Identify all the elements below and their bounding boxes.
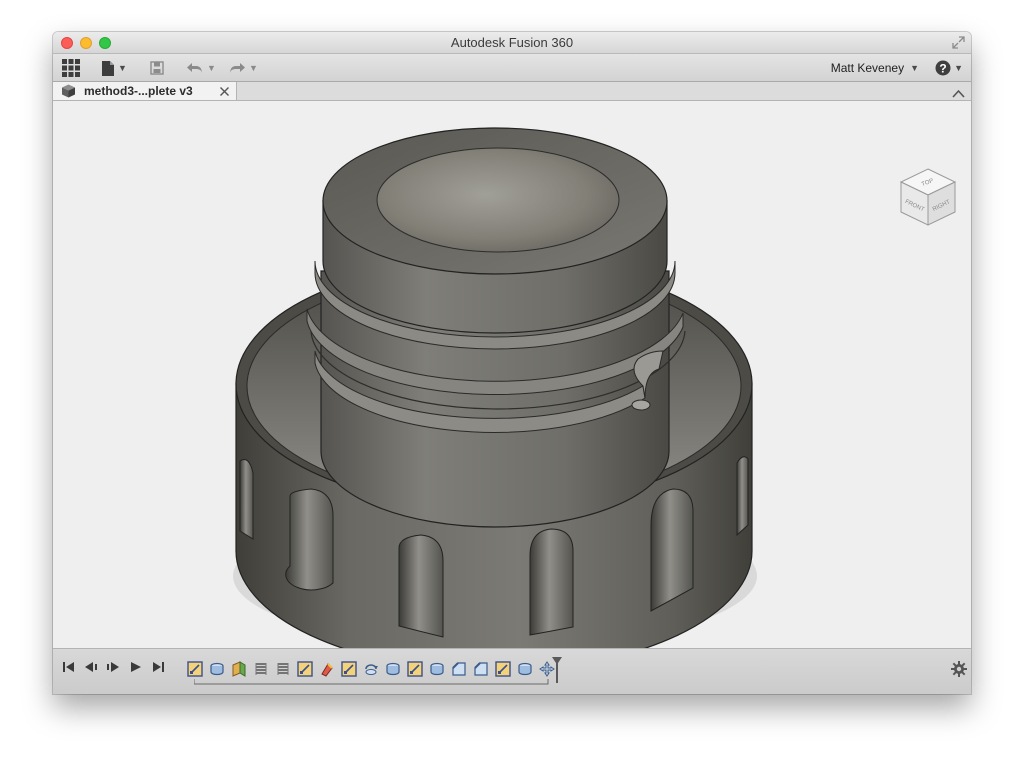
data-panel-button[interactable]	[62, 58, 80, 78]
step-back-icon[interactable]	[84, 661, 98, 673]
view-cube[interactable]: TOP FRONT RIGHT	[898, 167, 958, 227]
timeline-thread-icon[interactable]	[275, 661, 291, 677]
document-tab-label: method3-...plete v3	[84, 84, 193, 98]
app-window: Autodesk Fusion 360 ▼ ▼ ▼ Matt Keveney ▼…	[53, 32, 971, 694]
timeline-appearance-icon[interactable]	[319, 661, 335, 677]
go-to-start-icon[interactable]	[63, 661, 75, 673]
timeline-extrude-icon[interactable]	[429, 661, 445, 677]
help-icon: ?	[935, 60, 951, 76]
timeline-chamfer-icon[interactable]	[451, 661, 467, 677]
application-toolbar: ▼ ▼ ▼ Matt Keveney ▼ ? ▼	[53, 54, 971, 82]
redo-icon	[230, 63, 245, 74]
timeline-sketch-icon[interactable]	[407, 661, 423, 677]
file-menu-button[interactable]: ▼	[101, 58, 127, 78]
chevron-down-icon: ▼	[207, 63, 216, 73]
timeline-revolve-icon[interactable]	[363, 661, 379, 677]
user-account-menu[interactable]: Matt Keveney ▼	[831, 58, 919, 78]
title-bar: Autodesk Fusion 360	[53, 32, 971, 54]
timeline-sketch-icon[interactable]	[341, 661, 357, 677]
canvas-viewport[interactable]: TOP FRONT RIGHT	[53, 101, 971, 648]
document-tab[interactable]: method3-...plete v3	[53, 82, 237, 100]
timeline-bar	[53, 648, 971, 694]
user-name: Matt Keveney	[830, 61, 905, 75]
svg-text:?: ?	[939, 62, 946, 76]
file-icon	[102, 60, 114, 76]
save-button[interactable]	[150, 58, 164, 78]
chevron-down-icon: ▼	[118, 63, 127, 73]
timeline-chamfer-icon[interactable]	[473, 661, 489, 677]
design-document-icon	[62, 84, 75, 98]
timeline-sketch-icon[interactable]	[297, 661, 313, 677]
step-forward-icon[interactable]	[106, 661, 120, 673]
chevron-down-icon: ▼	[249, 63, 258, 73]
timeline-track	[194, 679, 549, 685]
timeline-construction-plane-icon[interactable]	[231, 661, 247, 677]
play-icon[interactable]	[130, 661, 142, 673]
timeline-sketch-icon[interactable]	[495, 661, 511, 677]
close-tab-icon[interactable]	[219, 84, 230, 102]
window-title: Autodesk Fusion 360	[450, 35, 574, 50]
undo-button[interactable]: ▼	[186, 58, 216, 78]
redo-button[interactable]: ▼	[228, 58, 258, 78]
timeline-sketch-icon[interactable]	[187, 661, 203, 677]
fullscreen-icon[interactable]	[952, 36, 965, 54]
settings-gear-icon[interactable]	[951, 661, 967, 682]
timeline-extrude-icon[interactable]	[385, 661, 401, 677]
chevron-down-icon: ▼	[910, 63, 919, 73]
timeline-extrude-icon[interactable]	[209, 661, 225, 677]
timeline-thread-icon[interactable]	[253, 661, 269, 677]
document-tab-bar: method3-...plete v3	[53, 82, 971, 101]
go-to-end-icon[interactable]	[152, 661, 164, 673]
save-icon	[150, 61, 164, 75]
3d-model[interactable]	[53, 101, 971, 648]
help-menu-button[interactable]: ? ▼	[935, 58, 963, 78]
timeline-extrude-icon[interactable]	[517, 661, 533, 677]
timeline-marker-icon[interactable]	[551, 656, 563, 684]
grid-icon	[62, 59, 80, 77]
chevron-down-icon: ▼	[954, 63, 963, 73]
undo-icon	[187, 63, 202, 74]
